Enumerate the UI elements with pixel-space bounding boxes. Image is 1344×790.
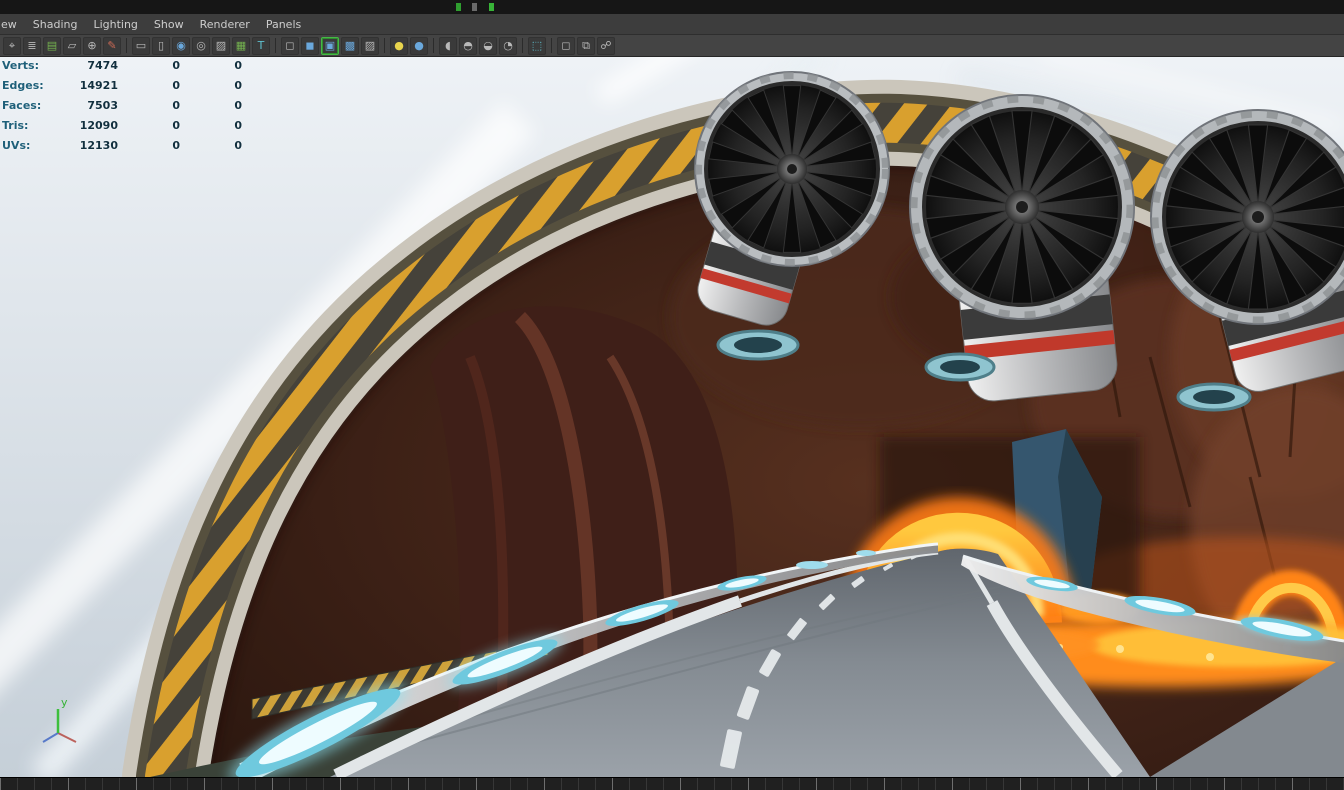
film-gate-icon[interactable]: ▭ <box>132 37 150 55</box>
status-marker-icon <box>456 3 461 11</box>
x-ray-active-components-icon[interactable]: ◒ <box>479 37 497 55</box>
toolbar-separator <box>522 38 523 53</box>
gate-mask-icon[interactable]: ◉ <box>172 37 190 55</box>
bookmarks-icon[interactable]: ▤ <box>43 37 61 55</box>
toolbar-separator <box>551 38 552 53</box>
shadows-icon[interactable]: ● <box>410 37 428 55</box>
menu-renderer[interactable]: Renderer <box>192 18 258 31</box>
panel-toolbar: ⌖ ≣ ▤ ▱ ⊕ ✎ ▭ ▯ ◉ ◎ ▨ ▦ T ◻ ◼ ▣ ▩ ▨ ● ● … <box>0 35 1344 57</box>
status-marker-icon <box>489 3 494 11</box>
wireframe-on-shaded-icon[interactable]: ▣ <box>321 37 339 55</box>
textured-icon[interactable]: ▩ <box>341 37 359 55</box>
use-all-lights-icon[interactable]: ● <box>390 37 408 55</box>
tear-off-panel-icon[interactable]: ◻ <box>557 37 575 55</box>
menu-lighting[interactable]: Lighting <box>85 18 145 31</box>
camera-attributes-icon[interactable]: ≣ <box>23 37 41 55</box>
window-top-strip <box>0 0 1344 14</box>
pan-zoom-icon[interactable]: ⊕ <box>83 37 101 55</box>
share-view-icon[interactable]: ☍ <box>597 37 615 55</box>
toolbar-separator <box>275 38 276 53</box>
select-camera-icon[interactable]: ⌖ <box>3 37 21 55</box>
x-ray-icon[interactable]: ◖ <box>439 37 457 55</box>
resolution-gate-icon[interactable]: ▯ <box>152 37 170 55</box>
menu-panels[interactable]: Panels <box>258 18 309 31</box>
status-marker-icon <box>472 3 477 11</box>
time-slider[interactable] <box>0 777 1344 790</box>
toolbar-separator <box>433 38 434 53</box>
smooth-shade-icon[interactable]: ◼ <box>301 37 319 55</box>
menu-view[interactable]: ew <box>0 18 25 31</box>
x-ray-joints-icon[interactable]: ◓ <box>459 37 477 55</box>
field-chart-icon[interactable]: ◎ <box>192 37 210 55</box>
safe-action-icon[interactable]: ▨ <box>212 37 230 55</box>
panel-menubar: ew Shading Lighting Show Renderer Panels <box>0 14 1344 35</box>
menu-show[interactable]: Show <box>146 18 192 31</box>
toolbar-separator <box>384 38 385 53</box>
menu-shading[interactable]: Shading <box>25 18 86 31</box>
isolate-select-icon[interactable]: ⬚ <box>528 37 546 55</box>
use-default-material-icon[interactable]: ▨ <box>361 37 379 55</box>
duplicate-panel-icon[interactable]: ⧉ <box>577 37 595 55</box>
grease-pencil-icon[interactable]: ✎ <box>103 37 121 55</box>
maya-panel-window: ew Shading Lighting Show Renderer Panels… <box>0 0 1344 787</box>
safe-title-icon[interactable]: ▦ <box>232 37 250 55</box>
viewport-scene: y <box>0 57 1344 777</box>
image-plane-icon[interactable]: ▱ <box>63 37 81 55</box>
wireframe-icon[interactable]: ◻ <box>281 37 299 55</box>
viewport[interactable]: y Verts: 7474 0 0 Edges: 14921 0 0 Faces… <box>0 57 1344 777</box>
hud-toggle-icon[interactable]: T <box>252 37 270 55</box>
toolbar-separator <box>126 38 127 53</box>
axis-y-label: y <box>61 696 68 709</box>
transparency-sorting-icon[interactable]: ◔ <box>499 37 517 55</box>
scene-turbine-2 <box>910 95 1134 403</box>
